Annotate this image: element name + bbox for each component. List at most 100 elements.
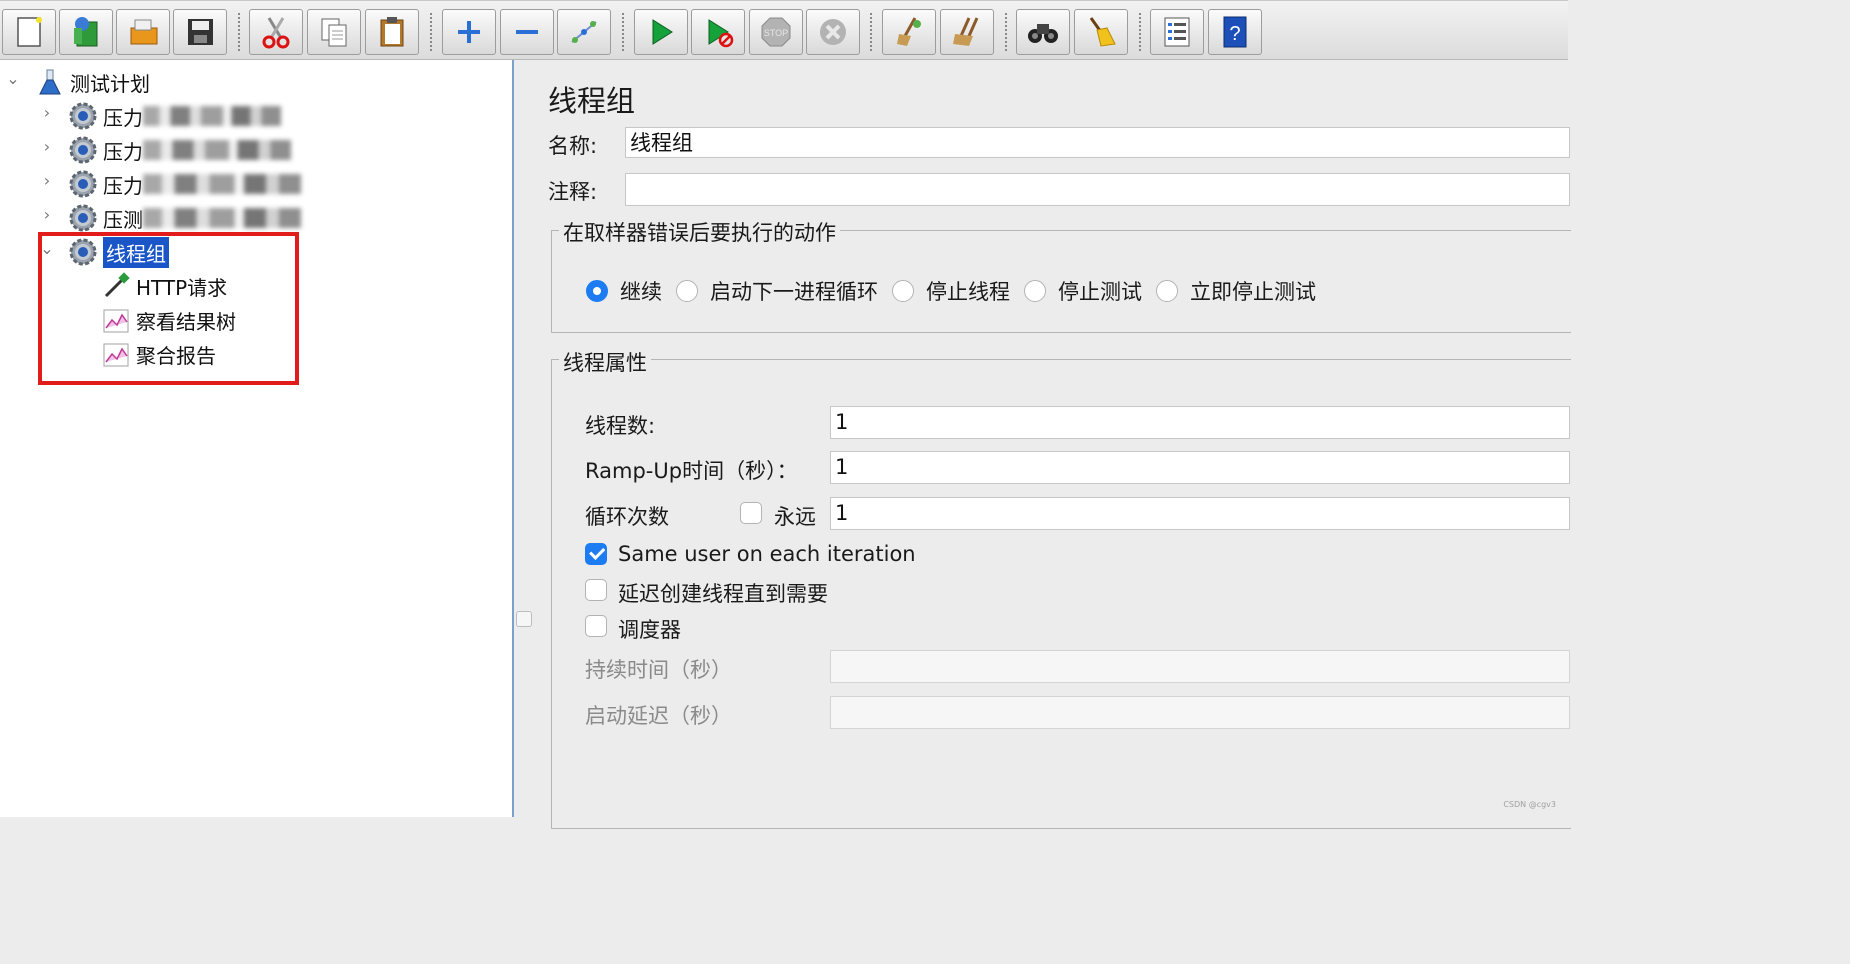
page-title: 线程组	[548, 84, 636, 118]
cut-button[interactable]	[249, 9, 303, 55]
radio-label: 启动下一进程循环	[710, 280, 878, 304]
delay-thread-creation-checkbox[interactable]	[585, 579, 607, 601]
tree-label: 测试计划	[70, 71, 150, 96]
stop-button[interactable]: STOP	[749, 9, 803, 55]
cut-icon	[262, 17, 290, 49]
threads-label: 线程数:	[585, 414, 656, 438]
clear-all-icon	[953, 17, 979, 46]
duration-field[interactable]	[830, 650, 1570, 683]
help-button[interactable]: ?	[1208, 9, 1262, 55]
flask-icon	[34, 66, 66, 98]
scheduler-label: 调度器	[618, 618, 681, 642]
reset-search-icon	[1089, 17, 1116, 47]
toggle-icon	[571, 21, 597, 43]
expand-icon	[458, 21, 480, 43]
paste-button[interactable]	[365, 9, 419, 55]
watermark: CSDN @cgv3	[1503, 800, 1556, 809]
help-icon: ?	[1223, 16, 1247, 48]
tree-item[interactable]: › 压测	[0, 203, 301, 233]
function-helper-icon	[1164, 17, 1190, 47]
toggle-button[interactable]	[557, 9, 611, 55]
start-no-pauses-icon	[708, 19, 734, 48]
radio-stop-test[interactable]	[1024, 280, 1046, 302]
chevron-down-icon[interactable]: ⌄	[6, 69, 20, 88]
comment-field[interactable]	[625, 173, 1570, 206]
copy-icon	[321, 18, 347, 47]
name-field[interactable]: 线程组	[625, 127, 1570, 158]
start-icon	[652, 19, 673, 45]
open-icon	[130, 19, 158, 45]
chevron-right-icon[interactable]: ›	[40, 171, 54, 190]
gear-icon	[67, 134, 99, 166]
gear-icon	[67, 100, 99, 132]
duration-label: 持续时间（秒）	[585, 658, 732, 682]
search-icon	[1028, 24, 1058, 43]
chevron-right-icon[interactable]: ›	[40, 137, 54, 156]
tree-item[interactable]: › 压力	[0, 135, 291, 165]
open-button[interactable]	[116, 9, 170, 55]
radio-label: 继续	[620, 280, 662, 304]
stop-icon: STOP	[761, 17, 791, 47]
toolbar-separator	[430, 13, 432, 51]
same-user-checkbox[interactable]	[585, 543, 607, 565]
reset-search-button[interactable]	[1074, 9, 1128, 55]
new-icon	[17, 17, 42, 47]
delay-thread-creation-label: 延迟创建线程直到需要	[618, 582, 828, 606]
start-no-pauses-button[interactable]	[691, 9, 745, 55]
tree-label: 压力	[103, 139, 143, 164]
comment-label: 注释:	[548, 180, 598, 204]
tree-root[interactable]: ⌄ 测试计划	[0, 67, 150, 97]
clear-icon	[897, 17, 921, 46]
tree-item[interactable]: › 压力	[0, 101, 281, 131]
expand-button[interactable]	[442, 9, 496, 55]
templates-button[interactable]	[59, 9, 113, 55]
save-icon	[188, 19, 213, 45]
svg-text:?: ?	[1229, 23, 1240, 45]
startup-delay-field[interactable]	[830, 696, 1570, 729]
tree-label: 压测	[103, 207, 143, 232]
tree-item[interactable]: › 压力	[0, 169, 301, 199]
chevron-right-icon[interactable]: ›	[40, 103, 54, 122]
startup-delay-label: 启动延迟（秒）	[585, 704, 732, 728]
toolbar-separator	[1139, 13, 1141, 51]
gear-icon	[67, 168, 99, 200]
radio-stop-thread[interactable]	[892, 280, 914, 302]
rampup-label: Ramp-Up时间（秒）：	[585, 459, 798, 483]
redacted-text	[143, 208, 301, 228]
svg-text:STOP: STOP	[764, 28, 788, 38]
highlight-annotation-box	[38, 232, 299, 385]
toolbar-separator	[1005, 13, 1007, 51]
copy-button[interactable]	[307, 9, 361, 55]
test-plan-tree: ⌄ 测试计划 › 压力 › 压力 › 压力 › 压测 ⌄ 线程组 HTTP请求 …	[0, 60, 514, 817]
shutdown-button[interactable]	[806, 9, 860, 55]
toolbar: STOP ?	[0, 0, 1568, 60]
clear-button[interactable]	[882, 9, 936, 55]
rampup-field[interactable]: 1	[830, 451, 1570, 484]
shutdown-icon	[820, 19, 846, 45]
sampler-error-options: 继续 启动下一进程循环 停止线程 停止测试 立即停止测试	[586, 276, 1330, 306]
collapse-button[interactable]	[500, 9, 554, 55]
forever-checkbox[interactable]	[740, 502, 762, 524]
radio-start-next-loop[interactable]	[676, 280, 698, 302]
tree-label: 压力	[103, 173, 143, 198]
threads-field[interactable]: 1	[830, 406, 1570, 439]
chevron-right-icon[interactable]: ›	[40, 205, 54, 224]
toolbar-separator	[238, 13, 240, 51]
radio-continue[interactable]	[586, 280, 608, 302]
clear-all-button[interactable]	[940, 9, 994, 55]
radio-label: 立即停止测试	[1190, 280, 1316, 304]
save-button[interactable]	[173, 9, 227, 55]
search-button[interactable]	[1016, 9, 1070, 55]
loop-count-field[interactable]: 1	[830, 497, 1570, 530]
tree-label: 压力	[103, 105, 143, 130]
gear-icon	[67, 202, 99, 234]
new-button[interactable]	[2, 9, 56, 55]
start-button[interactable]	[634, 9, 688, 55]
thread-properties-legend: 线程属性	[559, 347, 651, 377]
redacted-text	[143, 174, 301, 194]
function-helper-button[interactable]	[1150, 9, 1204, 55]
radio-stop-test-now[interactable]	[1156, 280, 1178, 302]
scheduler-checkbox[interactable]	[585, 615, 607, 637]
sampler-error-legend: 在取样器错误后要执行的动作	[559, 217, 840, 247]
templates-icon	[74, 17, 98, 47]
